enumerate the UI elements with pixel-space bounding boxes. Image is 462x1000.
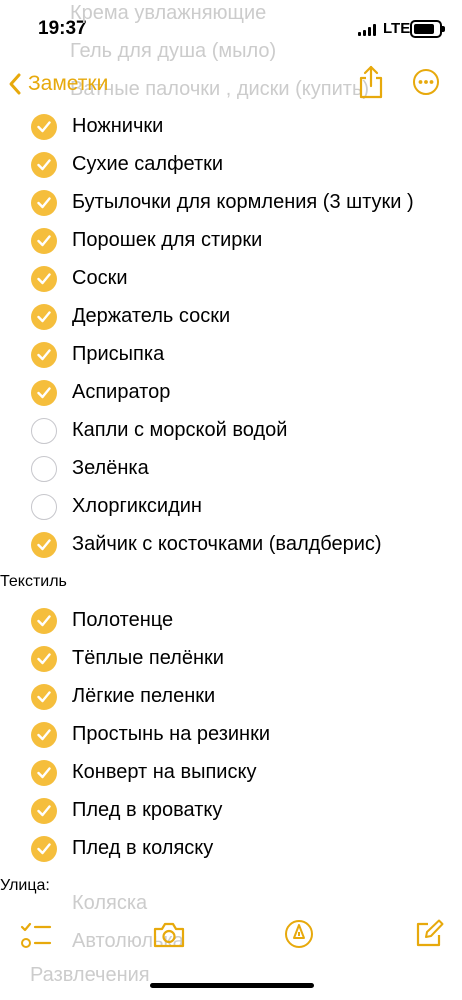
back-button[interactable]: Заметки [8, 68, 108, 100]
chevron-left-icon [9, 73, 21, 95]
checked-circle-icon[interactable] [31, 684, 57, 710]
section-heading-text[interactable]: Текстиль [0, 573, 67, 591]
nav-bar: Заметки [0, 62, 462, 102]
checklist-item-text[interactable]: Конверт на выписку [72, 761, 256, 784]
section-heading: Текстиль [0, 563, 462, 601]
checklist-item-text[interactable]: Присыпка [72, 343, 164, 366]
unchecked-circle-icon[interactable] [31, 494, 57, 520]
section-heading: Улица: [0, 867, 462, 905]
checked-circle-icon[interactable] [31, 722, 57, 748]
checklist-item-text[interactable]: Аспиратор [72, 381, 170, 404]
checklist-item: Тёплые пелёнки [0, 639, 462, 677]
checklist-item-text[interactable]: Ножнички [72, 115, 163, 138]
checklist-item: Капли с морской водой [0, 411, 462, 449]
faded-line: Гель для душа (мыло) [70, 40, 277, 62]
checklist-item: Ножнички [0, 107, 462, 145]
checklist-item: Сухие салфетки [0, 145, 462, 183]
checked-circle-icon[interactable] [31, 646, 57, 672]
unchecked-circle-icon[interactable] [31, 456, 57, 482]
checked-circle-icon[interactable] [31, 760, 57, 786]
network-type: LTE [383, 20, 411, 37]
checked-circle-icon[interactable] [31, 798, 57, 824]
checklist-item-text[interactable]: Простынь на резинки [72, 723, 270, 746]
checklist-item-text[interactable]: Тёплые пелёнки [72, 647, 224, 670]
checklist-item-text[interactable]: Зайчик с косточками (валдберис) [72, 533, 382, 556]
checklist-item-text[interactable]: Сухие салфетки [72, 153, 223, 176]
checklist-item-text[interactable]: Держатель соски [72, 305, 230, 328]
checklist-item-text[interactable]: Бутылочки для кормления (3 штуки ) [72, 191, 414, 214]
checklist-item: Простынь на резинки [0, 715, 462, 753]
checked-circle-icon[interactable] [31, 228, 57, 254]
checklist-item: Соски [0, 259, 462, 297]
markup-pen-icon[interactable] [284, 919, 314, 949]
checked-circle-icon[interactable] [31, 190, 57, 216]
checklist-item: Полотенце [0, 601, 462, 639]
checklist-item-text[interactable]: Лёгкие пеленки [72, 685, 215, 708]
compose-icon[interactable] [414, 919, 444, 949]
unchecked-circle-icon[interactable] [31, 418, 57, 444]
faded-line: Крема увлажняющие [70, 2, 267, 24]
checklist-item-text[interactable]: Порошек для стирки [72, 229, 262, 252]
note-checklist: Ножнички Сухие салфетки Бутылочки для корм… [0, 107, 462, 905]
checklist-item: Порошек для стирки [0, 221, 462, 259]
checked-circle-icon[interactable] [31, 304, 57, 330]
more-options-icon[interactable] [412, 68, 440, 96]
checklist-item: Аспиратор [0, 373, 462, 411]
section-heading-text[interactable]: Улица: [0, 877, 50, 895]
camera-icon[interactable] [152, 921, 186, 949]
checklist-item: Бутылочки для кормления (3 штуки ) [0, 183, 462, 221]
checklist-item-text[interactable]: Соски [72, 267, 128, 290]
checklist-item-text[interactable]: Плед в кроватку [72, 799, 222, 822]
checklist-item: Держатель соски [0, 297, 462, 335]
checked-circle-icon[interactable] [31, 342, 57, 368]
checklist-item: Конверт на выписку [0, 753, 462, 791]
battery-icon [410, 20, 445, 38]
checklist-item: Зелёнка [0, 449, 462, 487]
checklist-item: Присыпка [0, 335, 462, 373]
checked-circle-icon[interactable] [31, 380, 57, 406]
checklist-item-text[interactable]: Капли с морской водой [72, 419, 287, 442]
back-label: Заметки [28, 72, 109, 95]
checklist-item: Зайчик с косточками (валдберис) [0, 525, 462, 563]
checklist-item: Лёгкие пеленки [0, 677, 462, 715]
checklist-item-text[interactable]: Полотенце [72, 609, 173, 632]
checked-circle-icon[interactable] [31, 532, 57, 558]
checklist-item: Плед в коляску [0, 829, 462, 867]
checked-circle-icon[interactable] [31, 836, 57, 862]
checklist-item: Хлоргиксидин [0, 487, 462, 525]
checklist-icon[interactable] [20, 921, 52, 951]
checklist-item-text[interactable]: Хлоргиксидин [72, 495, 202, 518]
checked-circle-icon[interactable] [31, 114, 57, 140]
checked-circle-icon[interactable] [31, 152, 57, 178]
checklist-item: Плед в кроватку [0, 791, 462, 829]
checked-circle-icon[interactable] [31, 266, 57, 292]
checklist-item-text[interactable]: Зелёнка [72, 457, 149, 480]
checklist-item-text[interactable]: Плед в коляску [72, 837, 213, 860]
signal-icon [358, 24, 376, 36]
share-icon[interactable] [356, 64, 386, 100]
home-indicator [150, 983, 314, 988]
checked-circle-icon[interactable] [31, 608, 57, 634]
